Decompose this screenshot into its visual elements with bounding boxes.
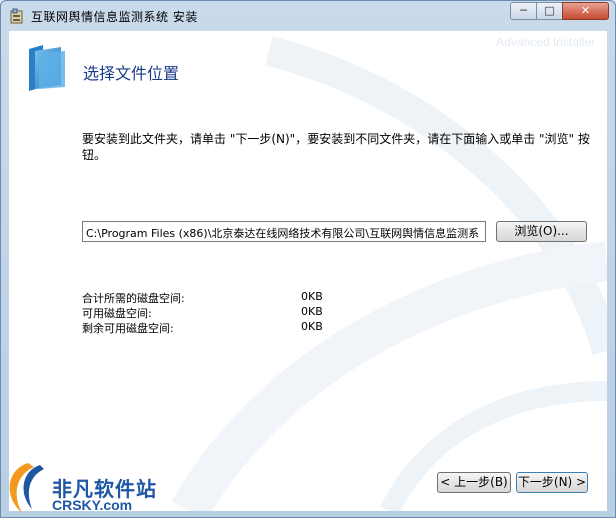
disk-remaining-label: 剩余可用磁盘空间: <box>82 322 174 335</box>
disk-remaining-value: 0KB <box>301 320 323 333</box>
maximize-button[interactable]: □ <box>536 2 563 20</box>
disk-available-value: 0KB <box>301 305 323 318</box>
installer-window: 互联网舆情信息监测系统 安装 ─ □ ✕ Advanced Installer … <box>0 0 616 518</box>
title-bar[interactable]: 互联网舆情信息监测系统 安装 ─ □ ✕ <box>1 1 615 31</box>
window-title: 互联网舆情信息监测系统 安装 <box>31 10 198 24</box>
instructions-text: 要安装到此文件夹，请单击 "下一步(N)"，要安装到不同文件夹，请在下面输入或单… <box>82 132 590 162</box>
logo-text-en: CRSKY.com <box>52 497 133 513</box>
next-button[interactable]: 下一步(N) > <box>516 472 588 493</box>
dialog-body: Advanced Installer 选择文件位置 要安装到此文件夹，请单击 "… <box>9 31 607 511</box>
folder-icon <box>29 45 65 91</box>
page-title: 选择文件位置 <box>83 64 180 83</box>
installer-icon <box>10 8 23 24</box>
disk-required-value: 0KB <box>301 290 323 303</box>
minimize-button[interactable]: ─ <box>510 2 537 20</box>
browse-button[interactable]: 浏览(O)... <box>496 221 587 242</box>
disk-available-label: 可用磁盘空间: <box>82 307 152 320</box>
install-path-input[interactable]: C:\Program Files (x86)\北京泰达在线网络技术有限公司\互联… <box>82 221 486 242</box>
disk-required-label: 合计所需的磁盘空间: <box>82 292 185 305</box>
back-button[interactable]: < 上一步(B) <box>437 472 511 493</box>
background-swirl <box>171 36 607 511</box>
close-button[interactable]: ✕ <box>562 2 609 20</box>
brand-watermark: Advanced Installer <box>496 35 595 49</box>
